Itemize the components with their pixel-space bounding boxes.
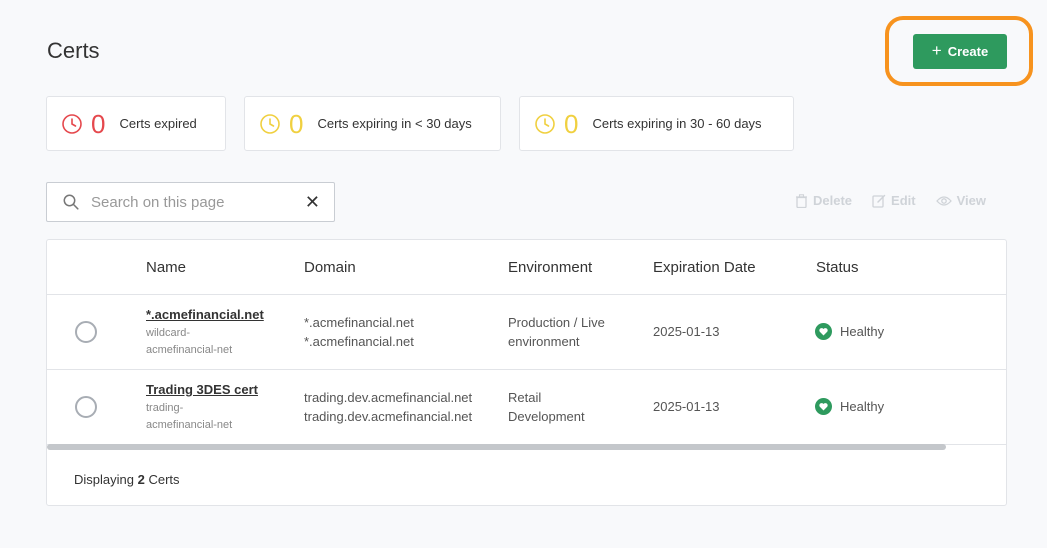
plus-icon: + — [931, 41, 942, 60]
create-button[interactable]: + Create — [913, 34, 1007, 69]
clear-search-icon[interactable]: ✕ — [305, 193, 320, 211]
cert-id: trading- acmefinancial-net — [146, 400, 256, 434]
column-header-environment[interactable]: Environment — [508, 259, 592, 276]
cert-name-link[interactable]: *.acmefinancial.net — [146, 307, 264, 322]
status-label: Healthy — [840, 399, 885, 414]
domain-line: trading.dev.acmefinancial.net — [304, 390, 473, 405]
heart-icon — [815, 323, 832, 340]
clock-icon — [260, 113, 280, 134]
trash-icon — [796, 193, 808, 208]
row-select-radio[interactable] — [75, 321, 97, 343]
search-icon — [63, 194, 79, 210]
delete-label: Delete — [813, 193, 853, 208]
cert-environment: Production / Live environment — [508, 313, 605, 351]
status-label: Healthy — [840, 324, 885, 339]
cert-environment: Retail Development — [508, 388, 585, 426]
clock-icon — [62, 113, 82, 134]
environment-line: Retail — [508, 390, 542, 405]
stat-label: Certs expiring in < 30 days — [317, 116, 472, 131]
row-actions: Delete Edit View — [795, 193, 986, 208]
stat-card-expired: 0 Certs expired — [46, 96, 226, 151]
cert-expiration-date: 2025-01-13 — [653, 399, 720, 414]
page-title: Certs — [47, 38, 100, 63]
domain-line: trading.dev.acmefinancial.net — [304, 409, 473, 424]
cert-domain: trading.dev.acmefinancial.net trading.de… — [304, 388, 472, 426]
view-button[interactable]: View — [935, 193, 986, 208]
environment-line: Production / Live — [508, 315, 605, 330]
stat-count: 0 — [564, 108, 579, 139]
footer-prefix: Displaying — [74, 472, 134, 487]
cert-id-line: trading- — [146, 402, 184, 414]
create-button-label: Create — [947, 44, 989, 59]
cert-domain: *.acmefinancial.net *.acmefinancial.net — [304, 313, 414, 351]
environment-line: Development — [508, 409, 585, 424]
clock-icon — [535, 113, 555, 134]
view-label: View — [956, 193, 986, 208]
stat-count: 0 — [91, 108, 106, 139]
search-box: ✕ — [46, 182, 335, 222]
stat-label: Certs expiring in 30 - 60 days — [592, 116, 762, 131]
environment-line: environment — [508, 334, 580, 349]
table-row[interactable]: Trading 3DES cert trading- acmefinancial… — [47, 370, 1006, 445]
table-footer: Displaying 2 Certs — [74, 472, 180, 487]
column-header-name[interactable]: Name — [146, 259, 186, 276]
edit-icon — [872, 194, 886, 208]
stat-count: 0 — [289, 108, 304, 139]
stat-card-expiring-30-60: 0 Certs expiring in 30 - 60 days — [519, 96, 794, 151]
domain-line: *.acmefinancial.net — [304, 315, 414, 330]
heart-icon — [815, 398, 832, 415]
table-row[interactable]: *.acmefinancial.net wildcard- acmefinanc… — [47, 295, 1006, 370]
cert-id-line: acmefinancial-net — [146, 344, 233, 356]
delete-button[interactable]: Delete — [795, 193, 852, 208]
cert-id-line: acmefinancial-net — [146, 419, 233, 431]
search-input[interactable] — [91, 193, 305, 211]
table-header: Name Domain Environment Expiration Date … — [47, 240, 1006, 295]
stat-label: Certs expired — [119, 116, 197, 131]
edit-button[interactable]: Edit — [872, 193, 916, 208]
column-header-domain[interactable]: Domain — [304, 259, 356, 276]
cert-name-link[interactable]: Trading 3DES cert — [146, 382, 258, 397]
footer-suffix: Certs — [148, 472, 180, 487]
status-badge: Healthy — [815, 398, 884, 415]
column-header-expiration-date[interactable]: Expiration Date — [653, 259, 756, 276]
status-badge: Healthy — [815, 323, 884, 340]
cert-id: wildcard- acmefinancial-net — [146, 325, 256, 359]
edit-label: Edit — [891, 193, 916, 208]
certs-table: Name Domain Environment Expiration Date … — [46, 239, 1007, 506]
domain-line: *.acmefinancial.net — [304, 334, 414, 349]
eye-icon — [935, 195, 952, 206]
stat-card-expiring-30: 0 Certs expiring in < 30 days — [244, 96, 501, 151]
footer-count: 2 — [137, 472, 145, 487]
cert-id-line: wildcard- — [146, 327, 191, 339]
cert-expiration-date: 2025-01-13 — [653, 324, 720, 339]
row-select-radio[interactable] — [75, 396, 97, 418]
column-header-status[interactable]: Status — [816, 259, 859, 276]
horizontal-scrollbar[interactable] — [47, 444, 946, 450]
